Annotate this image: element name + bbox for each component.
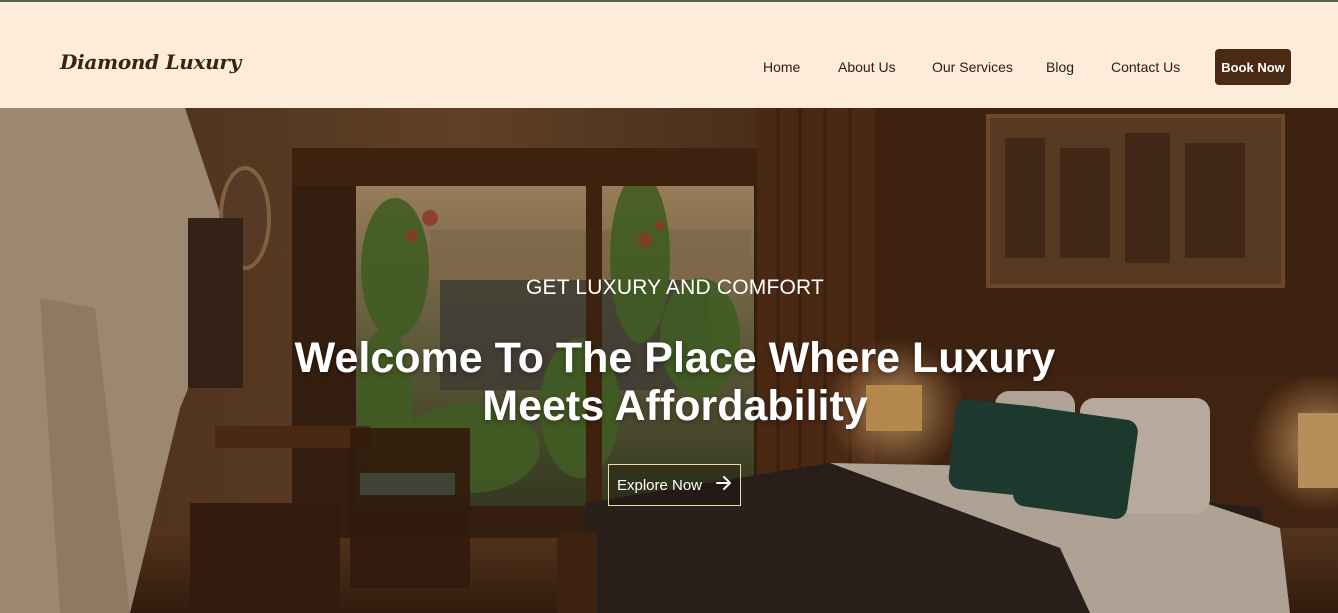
hero-headline-line2: Meets Affordability <box>482 382 868 430</box>
nav-link-services[interactable]: Our Services <box>932 59 1013 75</box>
book-now-button[interactable]: Book Now <box>1215 49 1291 85</box>
nav-link-contact[interactable]: Contact Us <box>1111 59 1180 75</box>
nav-link-home[interactable]: Home <box>763 59 800 75</box>
hero-section: GET LUXURY AND COMFORT Welcome To The Pl… <box>0 108 1338 613</box>
explore-now-button[interactable]: Explore Now <box>608 464 741 506</box>
nav-link-about[interactable]: About Us <box>838 59 896 75</box>
explore-now-label: Explore Now <box>616 476 703 494</box>
hero-headline: Welcome To The Place Where Luxury Meets … <box>270 334 1080 430</box>
nav-link-blog[interactable]: Blog <box>1046 59 1074 75</box>
hero-headline-line1: Welcome To The Place Where Luxury <box>294 334 1056 382</box>
hero-eyebrow: GET LUXURY AND COMFORT <box>525 276 825 299</box>
site-header: Diamond Luxury Home About Us Our Service… <box>0 2 1338 108</box>
arrow-right-icon <box>716 476 732 494</box>
brand-logo[interactable]: Diamond Luxury <box>60 50 241 74</box>
